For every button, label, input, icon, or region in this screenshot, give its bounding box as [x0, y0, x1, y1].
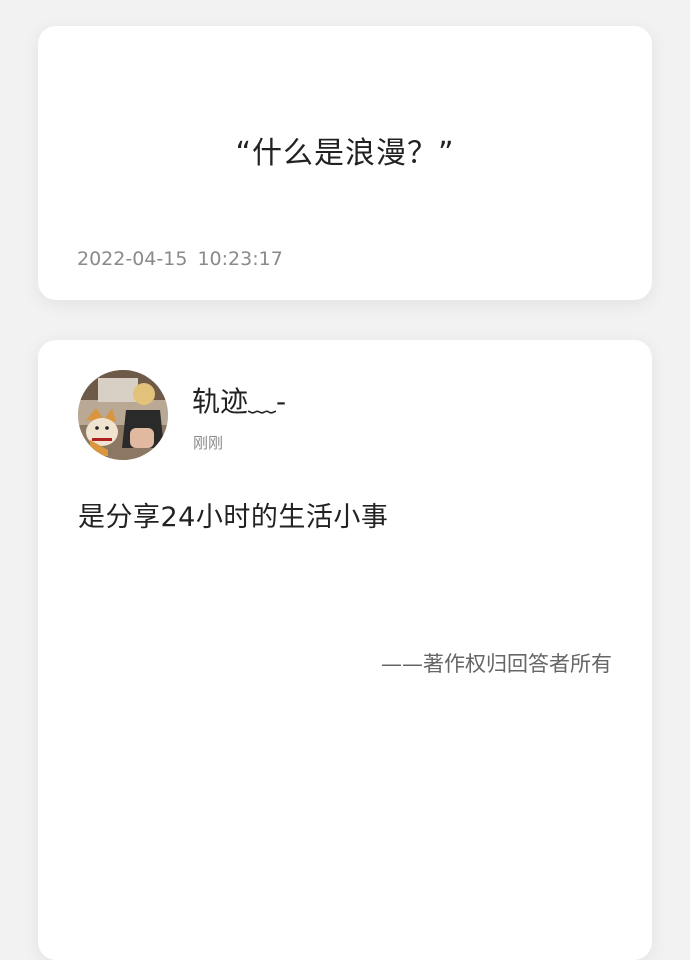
question-title: “什么是浪漫？” [235, 136, 455, 171]
question-timestamp: 2022-04-15 10:23:17 [77, 248, 283, 270]
avatar[interactable] [78, 370, 168, 460]
post-time: 刚刚 [193, 434, 224, 452]
answer-card: 轨迹﹏- 刚刚 是分享24小时的生活小事 ——著作权归回答者所有 [38, 340, 652, 960]
copyright-note: ——著作权归回答者所有 [381, 652, 612, 676]
question-card: “什么是浪漫？” 2022-04-15 10:23:17 [38, 26, 652, 300]
answer-text: 是分享24小时的生活小事 [78, 502, 389, 533]
author-name[interactable]: 轨迹﹏- [192, 380, 286, 420]
avatar-photo-icon [78, 370, 168, 460]
